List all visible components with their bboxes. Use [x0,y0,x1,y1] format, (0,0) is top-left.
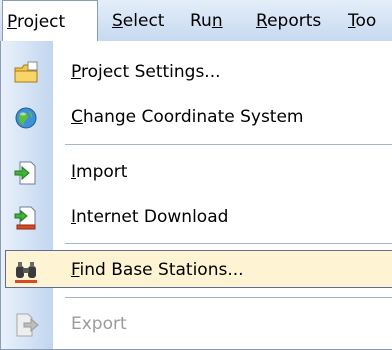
menu-separator [65,297,392,298]
menu-item-label: Project Settings... [71,51,221,93]
menu-item-import[interactable]: Import [1,151,392,193]
menu-item-text: roject Settings... [80,62,221,82]
menu-bar: Project Select Run Reports Too [0,0,392,42]
menu-project-mnemonic: P [7,12,17,32]
menu-tools[interactable]: Too [348,0,376,42]
project-dropdown-menu: Project Settings... Change Coordinate Sy… [0,41,392,350]
menu-item-label: Export [71,303,127,345]
menu-project[interactable]: Project [2,0,98,42]
menu-tools-label: oo [355,11,377,31]
globe-icon [13,105,39,131]
menu-item-text: Export [71,314,127,334]
menu-item-mnemonic: C [71,107,83,127]
menu-run[interactable]: Run [190,0,223,42]
menu-item-label: Internet Download [71,196,228,238]
menu-item-find-base-stations[interactable]: Find Base Stations... [1,249,392,291]
menu-reports-mnemonic: R [256,11,268,31]
menu-run-mnemonic: n [211,11,223,31]
menu-item-text: nternet Download [76,207,229,227]
menu-item-export: Export [1,303,392,345]
menu-reports-label: eports [267,11,322,31]
folder-settings-icon [13,60,39,86]
menu-item-text: hange Coordinate System [82,107,304,127]
menu-select[interactable]: Select [112,0,164,42]
import-icon [13,160,39,186]
menu-item-label: Find Base Stations... [71,249,244,291]
menu-item-mnemonic: F [71,260,80,280]
menu-item-internet-download[interactable]: Internet Download [1,196,392,238]
menu-run-label: Ru [190,11,212,31]
menu-item-text: ind Base Stations... [79,260,244,280]
menu-select-label: elect [122,11,165,31]
menu-item-change-coordinate-system[interactable]: Change Coordinate System [1,96,392,138]
menu-select-mnemonic: S [112,11,123,31]
menu-project-label: roject [16,12,66,32]
menu-item-label: Change Coordinate System [71,96,304,138]
menu-item-project-settings[interactable]: Project Settings... [1,51,392,93]
menu-separator [65,243,392,244]
menu-item-label: Import [71,151,127,193]
menu-item-mnemonic: P [71,62,81,82]
export-icon [13,312,39,338]
menu-item-text: mport [76,162,128,182]
menu-separator [65,144,392,145]
internet-download-icon [13,205,39,231]
menu-reports[interactable]: Reports [256,0,321,42]
binoculars-icon [13,258,39,284]
menu-tools-mnemonic: T [348,11,356,31]
